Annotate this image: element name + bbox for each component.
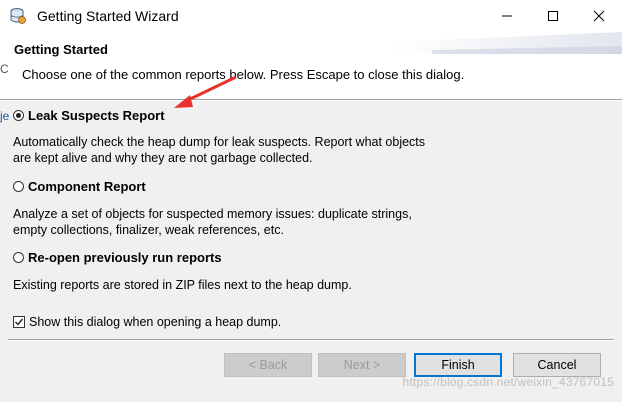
close-button[interactable] — [576, 0, 622, 32]
eclipse-mat-icon — [9, 7, 27, 25]
header-decoration — [392, 32, 622, 54]
radio-button[interactable] — [13, 181, 24, 192]
radio-button-checked[interactable] — [13, 110, 24, 121]
checkbox-label: Show this dialog when opening a heap dum… — [29, 315, 282, 329]
radio-button[interactable] — [13, 252, 24, 263]
radio-label: Component Report — [28, 179, 146, 194]
annotation-arrow-icon — [174, 75, 237, 108]
radio-component-report[interactable]: Component Report — [13, 179, 146, 194]
radio-reopen-reports[interactable]: Re-open previously run reports — [13, 250, 222, 265]
maximize-button[interactable] — [530, 0, 576, 32]
wizard-content: Leak Suspects Report Automatically check… — [0, 101, 622, 402]
option-description: Existing reports are stored in ZIP files… — [13, 278, 352, 292]
back-button[interactable]: < Back — [224, 353, 312, 377]
cancel-button[interactable]: Cancel — [513, 353, 601, 377]
background-text-fragment: je — [0, 109, 10, 123]
window-title: Getting Started Wizard — [37, 8, 179, 24]
watermark: https://blog.csdn.net/weixin_43767015 — [402, 375, 614, 389]
wizard-header: Getting Started Choose one of the common… — [0, 32, 622, 100]
show-dialog-checkbox[interactable] — [13, 316, 25, 328]
title-bar: Getting Started Wizard — [0, 0, 622, 32]
background-text-fragment: C — [0, 62, 9, 76]
radio-leak-suspects-report[interactable]: Leak Suspects Report — [13, 108, 165, 123]
show-dialog-checkbox-row[interactable]: Show this dialog when opening a heap dum… — [13, 315, 281, 329]
page-title: Getting Started — [14, 42, 108, 57]
minimize-button[interactable] — [484, 0, 530, 32]
radio-label: Leak Suspects Report — [28, 108, 165, 123]
option-description: Automatically check the heap dump for le… — [13, 135, 426, 165]
option-description: Analyze a set of objects for suspected m… — [13, 207, 412, 237]
next-button[interactable]: Next > — [318, 353, 406, 377]
finish-button[interactable]: Finish — [414, 353, 502, 377]
radio-label: Re-open previously run reports — [28, 250, 222, 265]
page-description: Choose one of the common reports below. … — [22, 67, 465, 82]
